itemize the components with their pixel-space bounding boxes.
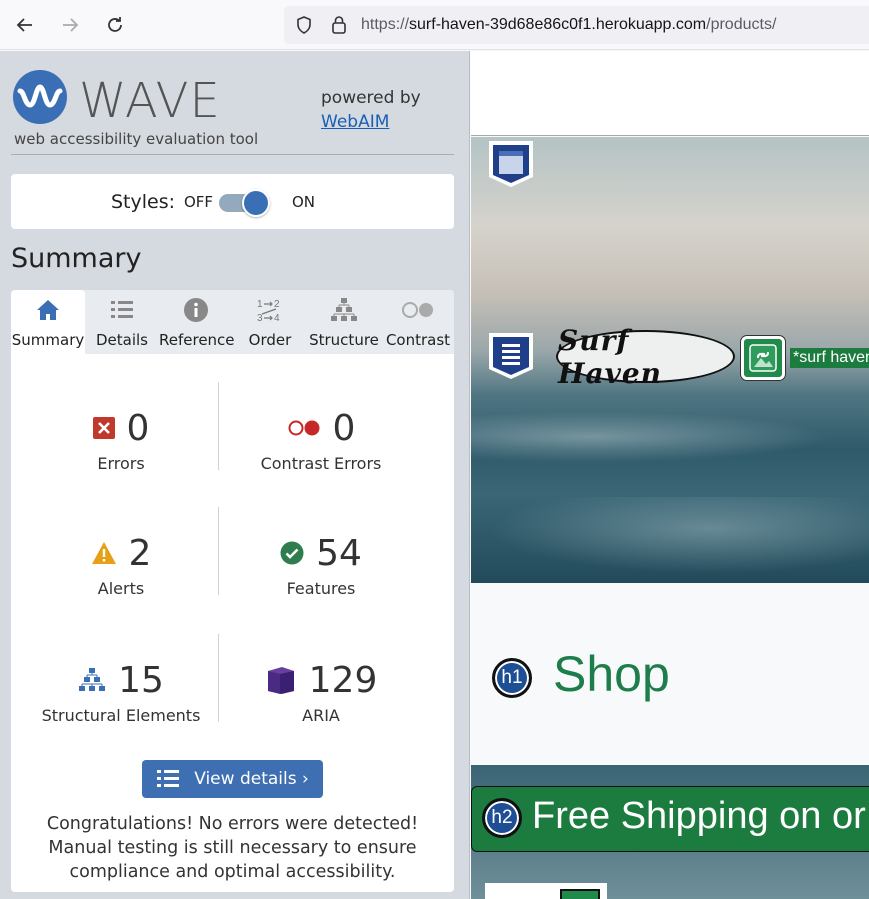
url-prefix: https:// <box>361 16 410 33</box>
site-header <box>471 51 869 136</box>
wave-logo-icon <box>13 70 67 124</box>
check-circle-icon <box>280 541 304 565</box>
styles-toggle-knob[interactable] <box>242 189 270 217</box>
tab-bar: Summary Details Reference 12 3 4 Order Str… <box>11 290 454 354</box>
alerts-count: 2 <box>128 532 152 574</box>
structural-count: 15 <box>118 659 164 701</box>
forward-button[interactable] <box>55 10 85 40</box>
region-icon[interactable] <box>486 138 536 190</box>
svg-text:2: 2 <box>274 299 280 310</box>
list-icon <box>157 770 180 787</box>
webaim-link[interactable]: WebAIM <box>321 112 389 132</box>
shipping-heading: Free Shipping on or <box>532 795 866 837</box>
order-icon: 1 2 3 4 <box>257 299 280 323</box>
aria-stat[interactable]: 129 ARIA <box>221 660 421 725</box>
contrast-error-icon <box>288 420 320 436</box>
errors-stat[interactable]: 0 Errors <box>21 408 221 473</box>
back-arrow-icon <box>16 18 32 32</box>
tab-summary[interactable]: Summary <box>11 290 85 354</box>
tab-structure-label: Structure <box>309 331 379 349</box>
features-stat[interactable]: 54 Features <box>221 533 421 598</box>
tab-structure[interactable]: Structure <box>307 290 381 354</box>
lock-icon[interactable] <box>329 14 349 36</box>
svg-text:1: 1 <box>257 299 263 310</box>
tab-contrast-label: Contrast <box>385 331 451 349</box>
structure-icon <box>331 298 357 321</box>
alerts-stat[interactable]: 2 Alerts <box>21 533 221 598</box>
wave-logo-word: WAVE <box>79 73 221 129</box>
h1-badge[interactable]: h1 <box>492 658 532 698</box>
contrast-errors-label: Contrast Errors <box>260 454 382 473</box>
tab-reference-label: Reference <box>159 331 235 349</box>
url-host: surf-haven-39d68e86c0f1.herokuapp.com <box>409 16 707 33</box>
congrats-message: Congratulations! No errors were detected… <box>46 814 419 882</box>
url-path: /products/ <box>706 16 777 33</box>
features-count: 54 <box>316 532 362 574</box>
link-icon <box>749 344 777 372</box>
reload-button[interactable] <box>100 10 130 40</box>
forward-arrow-icon <box>63 18 79 32</box>
aria-cube-icon <box>267 667 294 694</box>
errors-count: 0 <box>126 407 150 449</box>
shield-icon[interactable] <box>294 15 314 35</box>
back-button[interactable] <box>10 10 40 40</box>
shop-heading: Shop <box>553 646 670 702</box>
tab-order[interactable]: 12 3 4 Order <box>233 290 307 354</box>
alert-icon <box>91 542 116 564</box>
website-preview: Surf Haven *surf haven h1 Shop h2 Free S… <box>471 51 869 899</box>
tab-details-label: Details <box>95 331 148 349</box>
wave-tagline: web accessibility evaluation tool <box>14 130 259 148</box>
shipping-banner: h2 Free Shipping on or <box>471 786 869 852</box>
error-icon <box>92 417 115 439</box>
h2-badge[interactable]: h2 <box>482 798 522 838</box>
url-text[interactable]: https://surf-haven-39d68e86c0f1.herokuap… <box>361 16 776 34</box>
browser-toolbar: https://surf-haven-39d68e86c0f1.herokuap… <box>0 0 869 50</box>
tab-summary-label: Summary <box>11 331 85 349</box>
tab-contrast[interactable]: Contrast <box>381 290 454 354</box>
address-bar[interactable]: https://surf-haven-39d68e86c0f1.herokuap… <box>284 6 869 44</box>
feature-icon[interactable] <box>560 889 600 899</box>
structural-stat[interactable]: 15 Structural Elements <box>21 659 221 726</box>
styles-label: Styles: <box>111 191 176 213</box>
errors-label: Errors <box>97 454 145 473</box>
tab-details[interactable]: Details <box>85 290 159 354</box>
structure-icon <box>79 668 106 691</box>
list-icon <box>111 301 133 318</box>
surf-haven-logo[interactable]: Surf Haven <box>556 324 735 390</box>
alerts-label: Alerts <box>97 579 145 598</box>
reload-icon <box>108 17 122 32</box>
contrast-errors-count: 0 <box>332 407 356 449</box>
styles-toggle-box: Styles: OFF ON <box>11 174 454 229</box>
alt-text-label: *surf haven <box>790 348 869 368</box>
shop-section: h1 Shop <box>471 583 869 765</box>
region-icon[interactable] <box>486 330 536 382</box>
contrast-errors-stat[interactable]: 0 Contrast Errors <box>221 407 421 474</box>
styles-off-label: OFF <box>184 193 214 211</box>
contrast-icon <box>402 302 433 318</box>
info-icon <box>184 298 208 322</box>
svg-text:3: 3 <box>257 313 263 323</box>
divider <box>11 154 454 155</box>
features-label: Features <box>286 579 356 598</box>
view-details-label: View details › <box>194 769 309 789</box>
ocean-highlight <box>471 407 869 467</box>
home-icon <box>37 300 59 320</box>
aria-count: 129 <box>308 659 378 701</box>
ocean-highlight <box>471 497 869 577</box>
styles-on-label: ON <box>292 193 316 211</box>
linked-image-icon[interactable] <box>741 336 785 380</box>
structural-label: Structural Elements <box>41 706 201 725</box>
wave-sidebar: WAVE web accessibility evaluation tool p… <box>0 51 470 899</box>
tab-order-label: Order <box>248 331 292 349</box>
view-details-button[interactable]: View details › <box>142 760 323 798</box>
summary-heading: Summary <box>11 243 142 274</box>
svg-text:4: 4 <box>274 313 280 323</box>
summary-panel: Summary Details Reference 1234 Order Str… <box>11 290 454 892</box>
tab-reference[interactable]: Reference <box>159 290 235 354</box>
aria-label: ARIA <box>302 706 340 725</box>
powered-by-text: powered by <box>321 88 421 108</box>
